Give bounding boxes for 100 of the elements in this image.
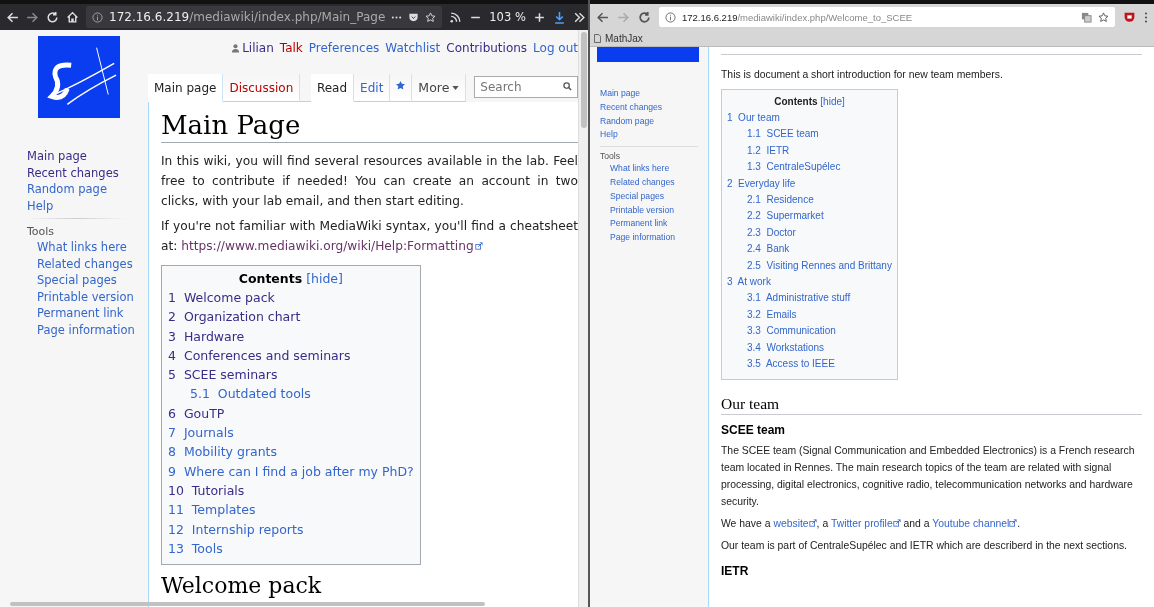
translate-icon[interactable] bbox=[1081, 11, 1092, 23]
sidebar-link[interactable]: Permanent link bbox=[37, 305, 124, 322]
toc-entry[interactable]: 13 Tools bbox=[168, 538, 223, 559]
toc-entry[interactable]: 1.2 IETR bbox=[747, 142, 790, 160]
external-link[interactable]: website bbox=[773, 517, 817, 529]
forward-icon[interactable] bbox=[26, 10, 39, 24]
toc-entry[interactable]: 2 Everyday life bbox=[727, 175, 796, 193]
external-link[interactable]: Twitter profile bbox=[830, 517, 901, 529]
home-icon[interactable] bbox=[66, 10, 79, 24]
address-bar[interactable]: 172.16.6.219/mediawiki/index.php/Welcome_to_SCEE bbox=[659, 7, 1115, 27]
scrollbar-thumb[interactable] bbox=[580, 32, 587, 128]
toc-entry[interactable]: 12 Internship reports bbox=[168, 519, 304, 539]
horizontal-scrollbar[interactable] bbox=[10, 602, 485, 606]
personal-link[interactable]: Contributions bbox=[446, 41, 528, 55]
star-icon[interactable] bbox=[1098, 11, 1109, 23]
sidebar-link[interactable]: Special pages bbox=[610, 189, 664, 204]
sidebar-link[interactable]: Main page bbox=[600, 87, 641, 101]
toc-entry[interactable]: 3.4 Workstations bbox=[747, 339, 825, 357]
search-icon[interactable] bbox=[563, 82, 572, 91]
personal-link[interactable]: Log out bbox=[533, 41, 578, 55]
url-text: 172.16.6.219/mediawiki/index.php/Main_Page bbox=[109, 10, 386, 24]
sidebar-link[interactable]: Special pages bbox=[37, 272, 117, 289]
toc-entry[interactable]: 2 Organization chart bbox=[168, 307, 301, 327]
toc-entry[interactable]: 3 At work bbox=[727, 274, 771, 291]
personal-link[interactable]: Lilian bbox=[242, 41, 274, 55]
personal-link[interactable]: Watchlist bbox=[385, 41, 441, 55]
sidebar-link[interactable]: Recent changes bbox=[27, 164, 119, 181]
toc-entry[interactable]: 10 Tutorials bbox=[168, 480, 245, 501]
toc-entry[interactable]: 2.3 Doctor bbox=[747, 224, 796, 242]
sidebar-link[interactable]: Related changes bbox=[610, 176, 675, 190]
toc-entry[interactable]: 2.4 Bank bbox=[747, 241, 790, 258]
zoom-in-icon[interactable] bbox=[532, 10, 546, 24]
hide-link[interactable]: [hide] bbox=[820, 96, 845, 107]
rss-icon[interactable] bbox=[449, 10, 463, 24]
info-icon[interactable] bbox=[665, 11, 676, 23]
zoom-level-button[interactable]: 103 % bbox=[489, 10, 526, 24]
address-bar[interactable]: 172.16.6.219/mediawiki/index.php/Main_Page bbox=[86, 6, 443, 28]
toc-entry[interactable]: 3.5 Access to IEEE bbox=[747, 356, 835, 373]
paragraph: In this wiki, you will find several resources available in the lab. Feel free to contribute if needed! You can create an account in two clicks, with your lab email, and then start editing. bbox=[161, 153, 578, 210]
personal-link[interactable]: Preferences bbox=[308, 41, 380, 55]
sidebar-link[interactable]: Random page bbox=[600, 114, 654, 129]
external-link[interactable]: Youtube channel bbox=[932, 517, 1018, 529]
toc-entry[interactable]: 11 Templates bbox=[168, 500, 256, 520]
section-heading: Our team bbox=[721, 394, 1142, 415]
toc-entry[interactable]: 3.1 Administrative stuff bbox=[747, 290, 851, 307]
sidebar-link[interactable]: Related changes bbox=[37, 255, 133, 272]
sidebar-link[interactable]: Random page bbox=[27, 181, 107, 198]
toc-entry[interactable]: 1.1 SCEE team bbox=[747, 126, 819, 143]
shield-icon[interactable] bbox=[1123, 10, 1136, 24]
sidebar-link[interactable]: Page information bbox=[610, 231, 675, 245]
toc-entry[interactable]: 2.5 Visiting Rennes and Brittany bbox=[747, 257, 892, 275]
toc-entry[interactable]: 3 Hardware bbox=[168, 326, 245, 346]
toc-entry[interactable]: 5 SCEE seminars bbox=[168, 365, 278, 385]
tab[interactable]: Main page bbox=[148, 74, 224, 102]
toc-entry[interactable]: 5.1 Outdated tools bbox=[190, 384, 311, 404]
tab[interactable]: Edit bbox=[354, 74, 391, 102]
download-icon[interactable] bbox=[552, 10, 566, 24]
toc-entry[interactable]: 2.1 Residence bbox=[747, 192, 814, 209]
toc-entry[interactable]: 1 Welcome pack bbox=[168, 288, 275, 308]
reload-icon[interactable] bbox=[638, 10, 651, 24]
sidebar-link[interactable]: Permanent link bbox=[610, 217, 668, 232]
page-icon bbox=[594, 33, 601, 43]
sidebar-link[interactable]: What links here bbox=[37, 239, 127, 256]
sidebar-link[interactable]: Main page bbox=[27, 148, 87, 165]
menu-dots-icon[interactable] bbox=[1144, 10, 1148, 24]
sidebar-link[interactable]: Printable version bbox=[610, 203, 674, 218]
sidebar-link[interactable]: Help bbox=[600, 128, 618, 143]
sidebar-link[interactable]: What links here bbox=[610, 162, 670, 176]
info-icon[interactable] bbox=[92, 11, 103, 23]
hide-link[interactable]: [hide] bbox=[306, 271, 343, 286]
sidebar-link[interactable]: Recent changes bbox=[600, 100, 663, 115]
toc-entry[interactable]: 7 Journals bbox=[168, 423, 234, 443]
overflow-chevron-icon[interactable] bbox=[572, 10, 586, 24]
back-icon[interactable] bbox=[596, 10, 609, 24]
toc-title: Contents bbox=[238, 271, 303, 286]
toc-entry[interactable]: 6 GouTP bbox=[168, 403, 225, 424]
toc-entry[interactable]: 1.3 CentraleSupélec bbox=[747, 159, 841, 176]
page-title: Main Page bbox=[161, 110, 578, 143]
tab[interactable]: Discussion bbox=[223, 74, 301, 102]
toc-entry[interactable]: 3.2 Emails bbox=[747, 306, 797, 324]
toc-entry[interactable]: 1 Our team bbox=[727, 110, 780, 127]
paragraph: If you're not familiar with MediaWiki syntax, you'll find a cheatsheet at: https://www.mediawiki.org/wiki/Help:Formatting bbox=[161, 218, 578, 255]
toc-entry[interactable]: 4 Conferences and seminars bbox=[168, 345, 351, 366]
toc-entry[interactable]: 3.3 Communication bbox=[747, 323, 836, 340]
sidebar-link[interactable]: Page information bbox=[37, 321, 135, 338]
shield-icon[interactable] bbox=[408, 11, 420, 23]
personal-link[interactable]: Talk bbox=[279, 41, 303, 55]
tab[interactable]: Read bbox=[310, 74, 355, 102]
sidebar-link[interactable]: Printable version bbox=[37, 288, 134, 305]
toc-entry[interactable]: 2.2 Supermarket bbox=[747, 208, 824, 225]
bookmark[interactable]: MathJax bbox=[594, 32, 643, 44]
external-link[interactable]: https://www.mediawiki.org/wiki/Help:Formatting bbox=[181, 239, 483, 253]
search-field[interactable]: Search bbox=[474, 76, 578, 98]
toc-entry[interactable]: 8 Mobility grants bbox=[168, 442, 278, 462]
more-menu[interactable]: More bbox=[412, 74, 467, 102]
watch-star-icon[interactable] bbox=[395, 80, 407, 91]
paragraph: We have a website , a Twitter profile and a Youtube channel . bbox=[721, 516, 1022, 531]
sidebar-link[interactable]: Help bbox=[27, 197, 54, 214]
paragraph: The SCEE team (Signal Communication and Embedded Electronics) is a French research team located in Rennes. The main research topics of the team are related with signal processing, digital electronics, cognitive radio, telecommunication networks and hardware security. bbox=[721, 443, 1136, 509]
toc-entry[interactable]: 9 Where can I find a job after my PhD? bbox=[168, 461, 414, 481]
